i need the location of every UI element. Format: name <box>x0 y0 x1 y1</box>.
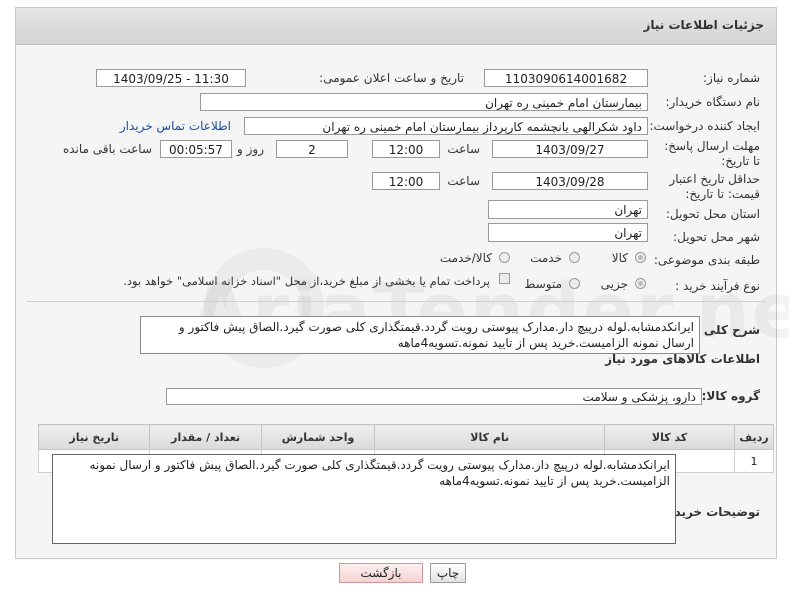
col-need-date: تاریخ نیاز <box>37 424 151 450</box>
goods-section-title: اطلاعات کالاهای مورد نیاز <box>605 352 760 366</box>
need-number-field: 1103090614001682 <box>484 69 648 87</box>
reply-days-field: 2 <box>276 140 348 158</box>
purchase-radio-minor[interactable] <box>635 278 646 289</box>
col-goods-code: کد کالا <box>604 424 735 450</box>
col-unit: واحد شمارش <box>260 424 376 450</box>
treasury-checkbox[interactable] <box>499 273 510 284</box>
back-button[interactable]: بازگشت <box>339 563 423 583</box>
col-goods-name: نام کالا <box>374 424 606 450</box>
category-option-service: خدمت <box>530 251 562 265</box>
price-validity-label: حداقل تاریخ اعتبار قیمت: تا تاریخ: <box>669 172 760 201</box>
treasury-note: پرداخت تمام یا بخشی از مبلغ خرید،از محل … <box>123 274 490 288</box>
reply-days-label: روز و <box>237 142 264 156</box>
need-number-label: شماره نیاز: <box>703 71 760 85</box>
reply-deadline-date: 1403/09/27 <box>492 140 648 158</box>
buyer-notes-field: ایرانکدمشابه.لوله درپیچ دار.مدارک پیوستی… <box>52 454 676 544</box>
col-quantity: تعداد / مقدار <box>149 424 262 450</box>
delivery-city-label: شهر محل تحویل: <box>673 230 760 244</box>
page-title: جزئیات اطلاعات نیاز <box>643 18 764 32</box>
category-label: طبقه بندی موضوعی: <box>653 253 760 267</box>
remaining-time-field: 00:05:57 <box>160 140 232 158</box>
purchase-radio-medium[interactable] <box>569 278 580 289</box>
buyer-org-label: نام دستگاه خریدار: <box>665 95 761 109</box>
category-radio-goods[interactable] <box>635 252 646 263</box>
delivery-province-label: استان محل تحویل: <box>665 207 760 221</box>
goods-group-label: گروه کالا: <box>701 389 760 403</box>
cell-row-number: 1 <box>733 449 775 473</box>
buyer-org-field: بیمارستان امام خمینی ره تهران <box>200 93 648 111</box>
panel-header: جزئیات اطلاعات نیاز <box>16 8 776 45</box>
category-option-goods-service: کالا/خدمت <box>439 251 492 265</box>
price-validity-time: 12:00 <box>372 172 440 190</box>
remaining-time-label: ساعت باقی مانده <box>62 142 152 156</box>
category-option-goods: کالا <box>611 251 628 265</box>
reply-deadline-label: مهلت ارسال پاسخ: تا تاریخ: <box>664 139 760 168</box>
category-radio-goods-service[interactable] <box>499 252 510 263</box>
reply-deadline-time: 12:00 <box>372 140 440 158</box>
requester-label: ایجاد کننده درخواست: <box>649 119 760 133</box>
delivery-province-field: تهران <box>488 200 648 219</box>
table-header-row: ردیف کد کالا نام کالا واحد شمارش تعداد /… <box>37 424 775 450</box>
details-panel: جزئیات اطلاعات نیاز AriaTender.neT شماره… <box>15 7 789 559</box>
announce-datetime-field: 1403/09/25 - 11:30 <box>96 69 246 87</box>
delivery-city-field: تهران <box>488 223 648 242</box>
purchase-option-minor: جزیی <box>600 277 628 291</box>
category-radio-service[interactable] <box>569 252 580 263</box>
purchase-type-label: نوع فرآیند خرید : <box>675 279 760 293</box>
requester-field: داود شکرالهی یانچشمه کارپرداز بیمارستان … <box>244 117 648 135</box>
print-button[interactable]: چاپ <box>430 563 466 583</box>
reply-deadline-time-label: ساعت <box>447 142 480 156</box>
price-validity-time-label: ساعت <box>447 174 480 188</box>
buyer-contact-link[interactable]: اطلاعات تماس خریدار <box>120 119 231 133</box>
purchase-option-medium: متوسط <box>524 277 562 291</box>
description-field: ایرانکدمشابه.لوله درپیچ دار.مدارک پیوستی… <box>140 316 700 354</box>
divider <box>26 301 766 302</box>
goods-group-field: دارو، پزشکی و سلامت <box>166 388 702 405</box>
announce-datetime-label: تاریخ و ساعت اعلان عمومی: <box>319 71 464 85</box>
col-row-number: ردیف <box>733 424 775 450</box>
price-validity-date: 1403/09/28 <box>492 172 648 190</box>
